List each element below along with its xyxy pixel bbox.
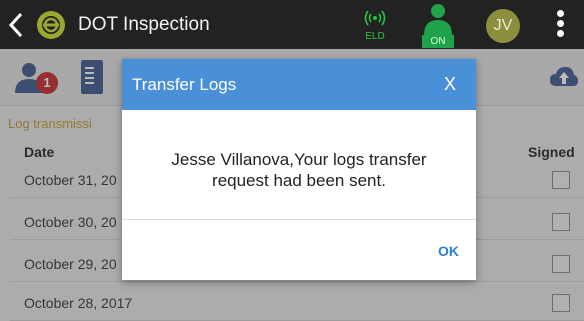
overflow-menu-icon[interactable] [555,10,565,42]
dialog-title: Transfer Logs [132,75,237,94]
eld-label: ELD [365,31,385,42]
app-logo-icon [37,11,65,39]
back-chevron-icon[interactable] [6,12,26,38]
wireless-signal-icon [364,10,386,26]
app-bar: DOT Inspection ELD ON JV [0,0,584,49]
dialog-message-line: request had been sent. [212,171,386,190]
transfer-logs-dialog: Transfer Logs X Jesse Villanova,Your log… [122,59,476,280]
duty-status-label: ON [422,35,454,48]
dialog-close-button[interactable]: X [444,74,456,95]
dialog-divider [122,219,476,220]
ok-button[interactable]: OK [438,243,459,259]
dialog-header: Transfer Logs X [122,59,476,110]
dialog-message-line: Jesse Villanova,Your logs transfer [171,150,427,169]
page-title: DOT Inspection [78,14,210,35]
user-avatar[interactable]: JV [486,9,520,43]
duty-status-indicator[interactable]: ON [418,3,458,48]
dialog-message: Jesse Villanova,Your logs transfer reque… [138,149,460,191]
eld-connection-indicator[interactable]: ELD [360,8,390,42]
driver-person-icon [424,4,452,35]
